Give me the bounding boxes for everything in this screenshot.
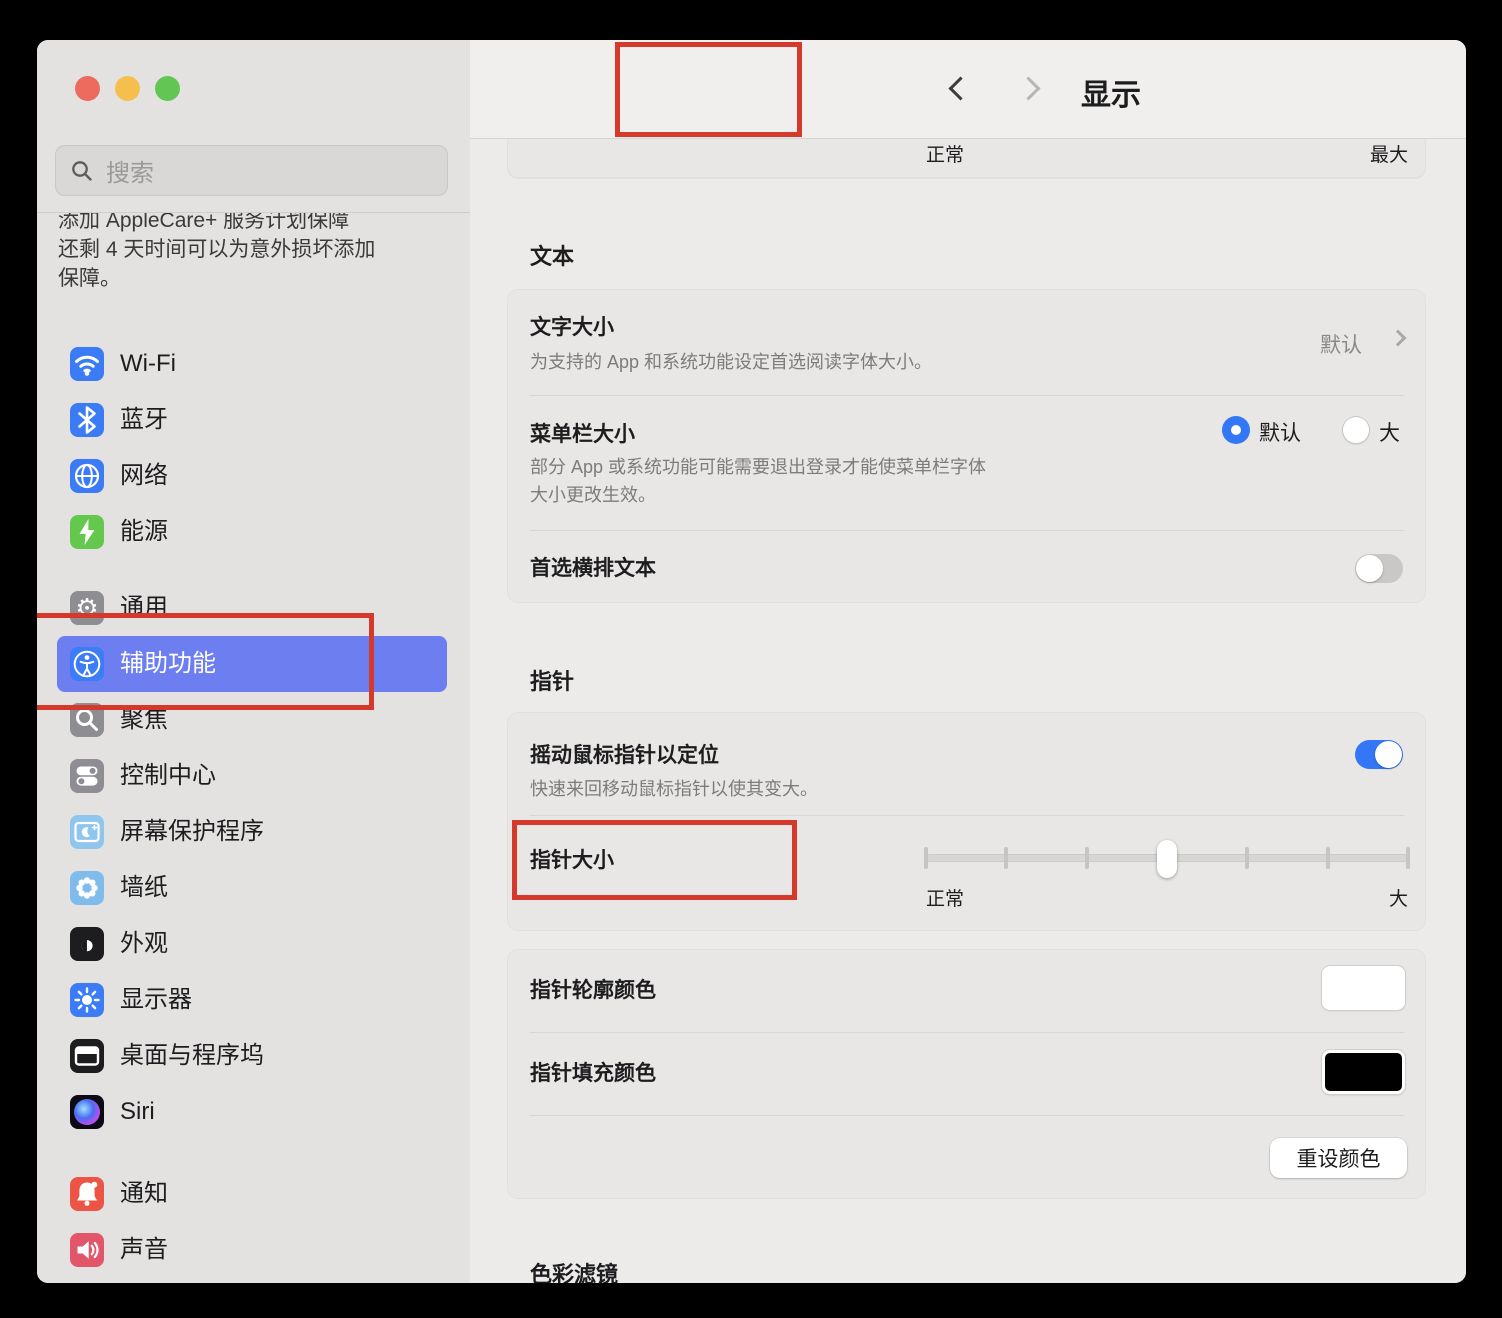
applecare-line2: 还剩 4 天时间可以为意外损坏添加 [58,235,458,264]
sidebar-item-siri[interactable]: Siri [57,1084,447,1140]
outline-color-title: 指针轮廓颜色 [530,974,656,1004]
menubar-size-radio-default[interactable] [1222,416,1250,444]
bluetooth-icon [70,403,104,437]
close-button[interactable] [75,76,100,101]
shake-to-locate-subtitle: 快速来回移动鼠标指针以使其变大。 [530,775,818,801]
menubar-size-radio-large-label[interactable]: 大 [1379,417,1400,447]
pointer-size-slider-thumb[interactable] [1157,840,1177,878]
slider-tick [1245,847,1249,869]
row-divider [530,530,1404,531]
text-size-subtitle: 为支持的 App 和系统功能设定首选阅读字体大小。 [530,348,932,374]
sidebar-item-wifi[interactable]: Wi-Fi [57,336,447,392]
shake-to-locate-toggle[interactable] [1355,740,1403,769]
reset-colors-button[interactable]: 重设颜色 [1270,1138,1407,1178]
wifi-icon [70,347,104,381]
slider-tick [1085,847,1089,869]
fill-color-title: 指针填充颜色 [530,1057,656,1087]
search-placeholder: 搜索 [106,153,154,188]
pointer-color-card: 指针轮廓颜色 指针填充颜色 重设颜色 [508,950,1425,1198]
prefer-horizontal-title: 首选横排文本 [530,552,656,582]
appearance-icon: ◑ [70,927,104,961]
screenshot-root: 搜索 添加 AppleCare+ 服务计划保障 还剩 4 天时间可以为意外损坏添… [0,0,1502,1318]
row-divider [530,395,1404,396]
applecare-line3: 保障。 [58,264,458,293]
page-title: 显示 [1081,70,1141,114]
zoom-button[interactable] [155,76,180,101]
sidebar-item-control-center[interactable]: 控制中心 [57,748,447,804]
minimize-button[interactable] [115,76,140,101]
partial-slider-card: 正常 最大 [508,139,1425,177]
partial-slider-min-label: 正常 [926,140,964,167]
menubar-size-radio-large[interactable] [1342,416,1370,444]
menubar-size-subtitle-line2: 大小更改生效。 [530,481,656,507]
notification-bell-icon [70,1177,104,1211]
screensaver-icon [70,815,104,849]
display-sun-icon [70,983,104,1017]
shake-to-locate-title: 摇动鼠标指针以定位 [530,739,719,769]
sidebar-item-network[interactable]: 网络 [57,448,447,504]
prefer-horizontal-toggle[interactable] [1355,554,1403,583]
annotation-box-display-title [615,42,802,137]
pointer-size-max-label: 大 [1389,884,1408,911]
applecare-notice: 添加 AppleCare+ 服务计划保障 还剩 4 天时间可以为意外损坏添加 保… [58,213,458,305]
row-divider [530,1115,1404,1116]
annotation-box-pointer-size [512,820,797,900]
menubar-size-radio-default-label[interactable]: 默认 [1259,417,1301,447]
slider-tick [1406,847,1410,869]
sidebar-item-notifications[interactable]: 通知 [57,1166,447,1222]
energy-bolt-icon [70,515,104,549]
back-button[interactable] [948,76,972,100]
siri-icon [70,1095,104,1129]
slider-tick [924,847,928,869]
outline-color-swatch[interactable] [1322,966,1405,1010]
pointer-size-min-label: 正常 [926,884,964,911]
search-input[interactable]: 搜索 [55,145,448,196]
color-filters-header: 色彩滤镜 [530,1257,618,1283]
chevron-right-icon[interactable] [1390,330,1407,347]
row-divider [530,815,1404,816]
sidebar-item-desktop-dock[interactable]: 桌面与程序坞 [57,1028,447,1084]
applecare-line1: 添加 AppleCare+ 服务计划保障 [58,213,458,235]
pointer-section-header: 指针 [530,664,574,696]
sidebar-item-wallpaper[interactable]: 墙纸 [57,860,447,916]
text-section-header: 文本 [530,239,574,271]
sidebar-item-bluetooth[interactable]: 蓝牙 [57,392,447,448]
slider-tick [1326,847,1330,869]
text-size-title: 文字大小 [530,311,614,341]
system-settings-window: 搜索 添加 AppleCare+ 服务计划保障 还剩 4 天时间可以为意外损坏添… [37,40,1466,1283]
sound-speaker-icon [70,1233,104,1267]
sidebar-item-energy[interactable]: 能源 [57,504,447,560]
menubar-size-subtitle-line1: 部分 App 或系统功能可能需要退出登录才能使菜单栏字体 [530,453,986,479]
sidebar-item-appearance[interactable]: ◑ 外观 [57,916,447,972]
control-center-icon [70,759,104,793]
text-size-value[interactable]: 默认 [1320,329,1362,359]
text-settings-card: 文字大小 为支持的 App 和系统功能设定首选阅读字体大小。 默认 菜单栏大小 … [508,290,1425,602]
menubar-size-title: 菜单栏大小 [530,418,635,448]
fill-color-swatch[interactable] [1322,1050,1405,1094]
partial-slider-max-label: 最大 [1370,140,1408,167]
row-divider [530,1032,1404,1033]
slider-tick [1004,847,1008,869]
desktop-dock-icon [70,1039,104,1073]
search-icon [70,159,94,183]
annotation-box-sidebar-accessibility [37,613,374,710]
forward-button[interactable] [1016,76,1040,100]
sidebar-item-displays[interactable]: 显示器 [57,972,447,1028]
sidebar-item-screensaver[interactable]: 屏幕保护程序 [57,804,447,860]
wallpaper-icon [70,871,104,905]
globe-icon [70,459,104,493]
sidebar-item-sound[interactable]: 声音 [57,1222,447,1278]
